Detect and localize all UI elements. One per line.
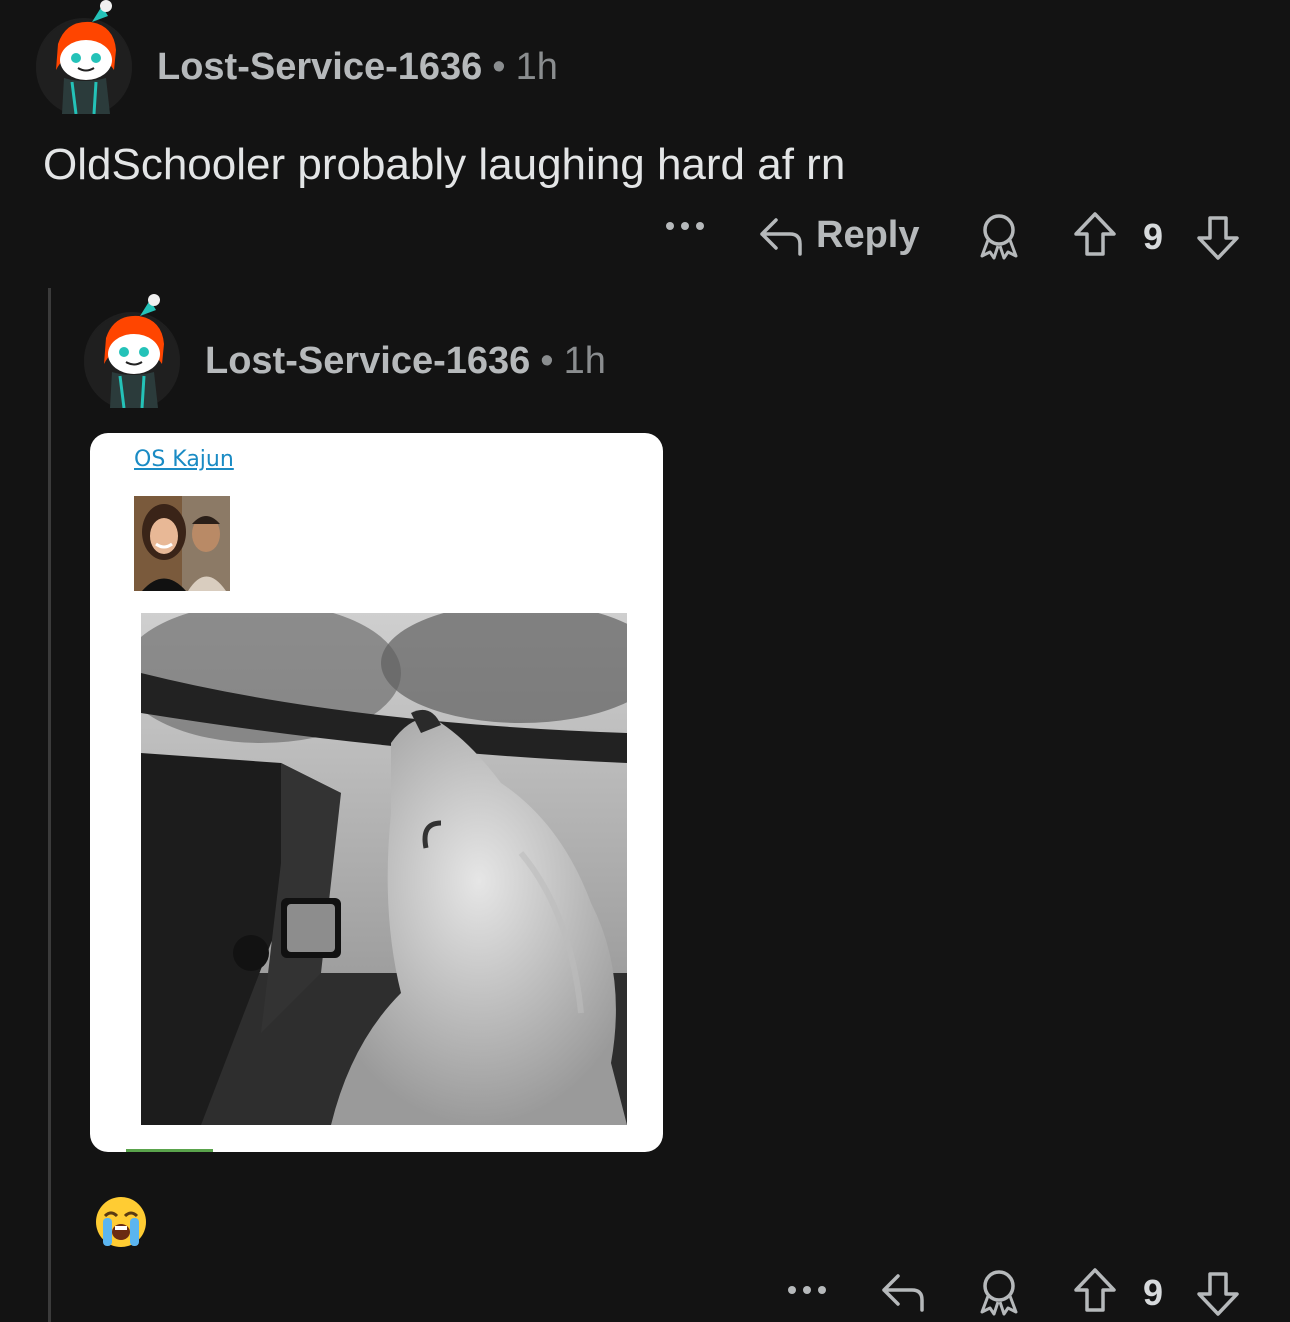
progress-accent — [126, 1149, 213, 1152]
downvote-button[interactable] — [1195, 1268, 1241, 1318]
more-dots-icon — [788, 1286, 826, 1294]
profile-thumbnail — [134, 496, 230, 591]
comment-actions: Reply 9 — [0, 210, 1290, 260]
more-dots-icon — [666, 222, 704, 230]
avatar[interactable] — [36, 0, 132, 114]
award-button[interactable] — [976, 212, 1022, 260]
reply-button[interactable] — [880, 1268, 926, 1314]
author-name[interactable]: Lost-Service-1636 — [157, 46, 482, 88]
author-name[interactable]: Lost-Service-1636 — [205, 340, 530, 382]
reply-arrow-icon — [760, 218, 802, 256]
thread-line[interactable] — [48, 288, 51, 1322]
downvote-icon — [1197, 216, 1239, 260]
timestamp: 1h — [563, 340, 606, 382]
more-options-button[interactable] — [664, 218, 708, 234]
snoo-avatar-icon — [84, 294, 180, 408]
comment-body: OldSchooler probably laughing hard af rn — [43, 140, 846, 189]
meta-separator: • — [492, 46, 506, 88]
loudly-crying-face-icon — [95, 1196, 147, 1248]
reply-arrow-icon — [882, 1274, 924, 1312]
reply-meta: Lost-Service-1636 • 1h — [205, 340, 606, 383]
meta-separator: • — [540, 340, 554, 382]
more-options-button[interactable] — [786, 1282, 830, 1298]
downvote-icon — [1197, 1272, 1239, 1316]
upvote-icon — [1074, 212, 1116, 256]
comment-thread: Lost-Service-1636 • 1h OldSchooler probabl… — [0, 0, 1290, 1322]
upvote-icon — [1074, 1268, 1116, 1312]
upvote-button[interactable] — [1072, 1266, 1118, 1316]
reply-button[interactable]: Reply — [758, 212, 919, 258]
dog-photo — [141, 613, 627, 1125]
award-icon — [980, 214, 1018, 260]
avatar[interactable] — [84, 294, 180, 408]
upvote-button[interactable] — [1072, 210, 1118, 260]
embed-link[interactable]: OS Kajun — [134, 447, 234, 472]
vote-score: 9 — [1143, 1272, 1164, 1313]
award-icon — [980, 1270, 1018, 1316]
downvote-button[interactable] — [1195, 212, 1241, 262]
reply-label: Reply — [816, 213, 920, 256]
comment-meta: Lost-Service-1636 • 1h — [157, 46, 558, 89]
snoo-avatar-icon — [36, 0, 132, 114]
award-button[interactable] — [976, 1268, 1022, 1316]
timestamp: 1h — [515, 46, 558, 88]
vote-score: 9 — [1143, 216, 1164, 257]
reply-actions: 9 — [0, 1266, 1290, 1316]
embedded-image[interactable]: OS Kajun — [90, 433, 663, 1152]
